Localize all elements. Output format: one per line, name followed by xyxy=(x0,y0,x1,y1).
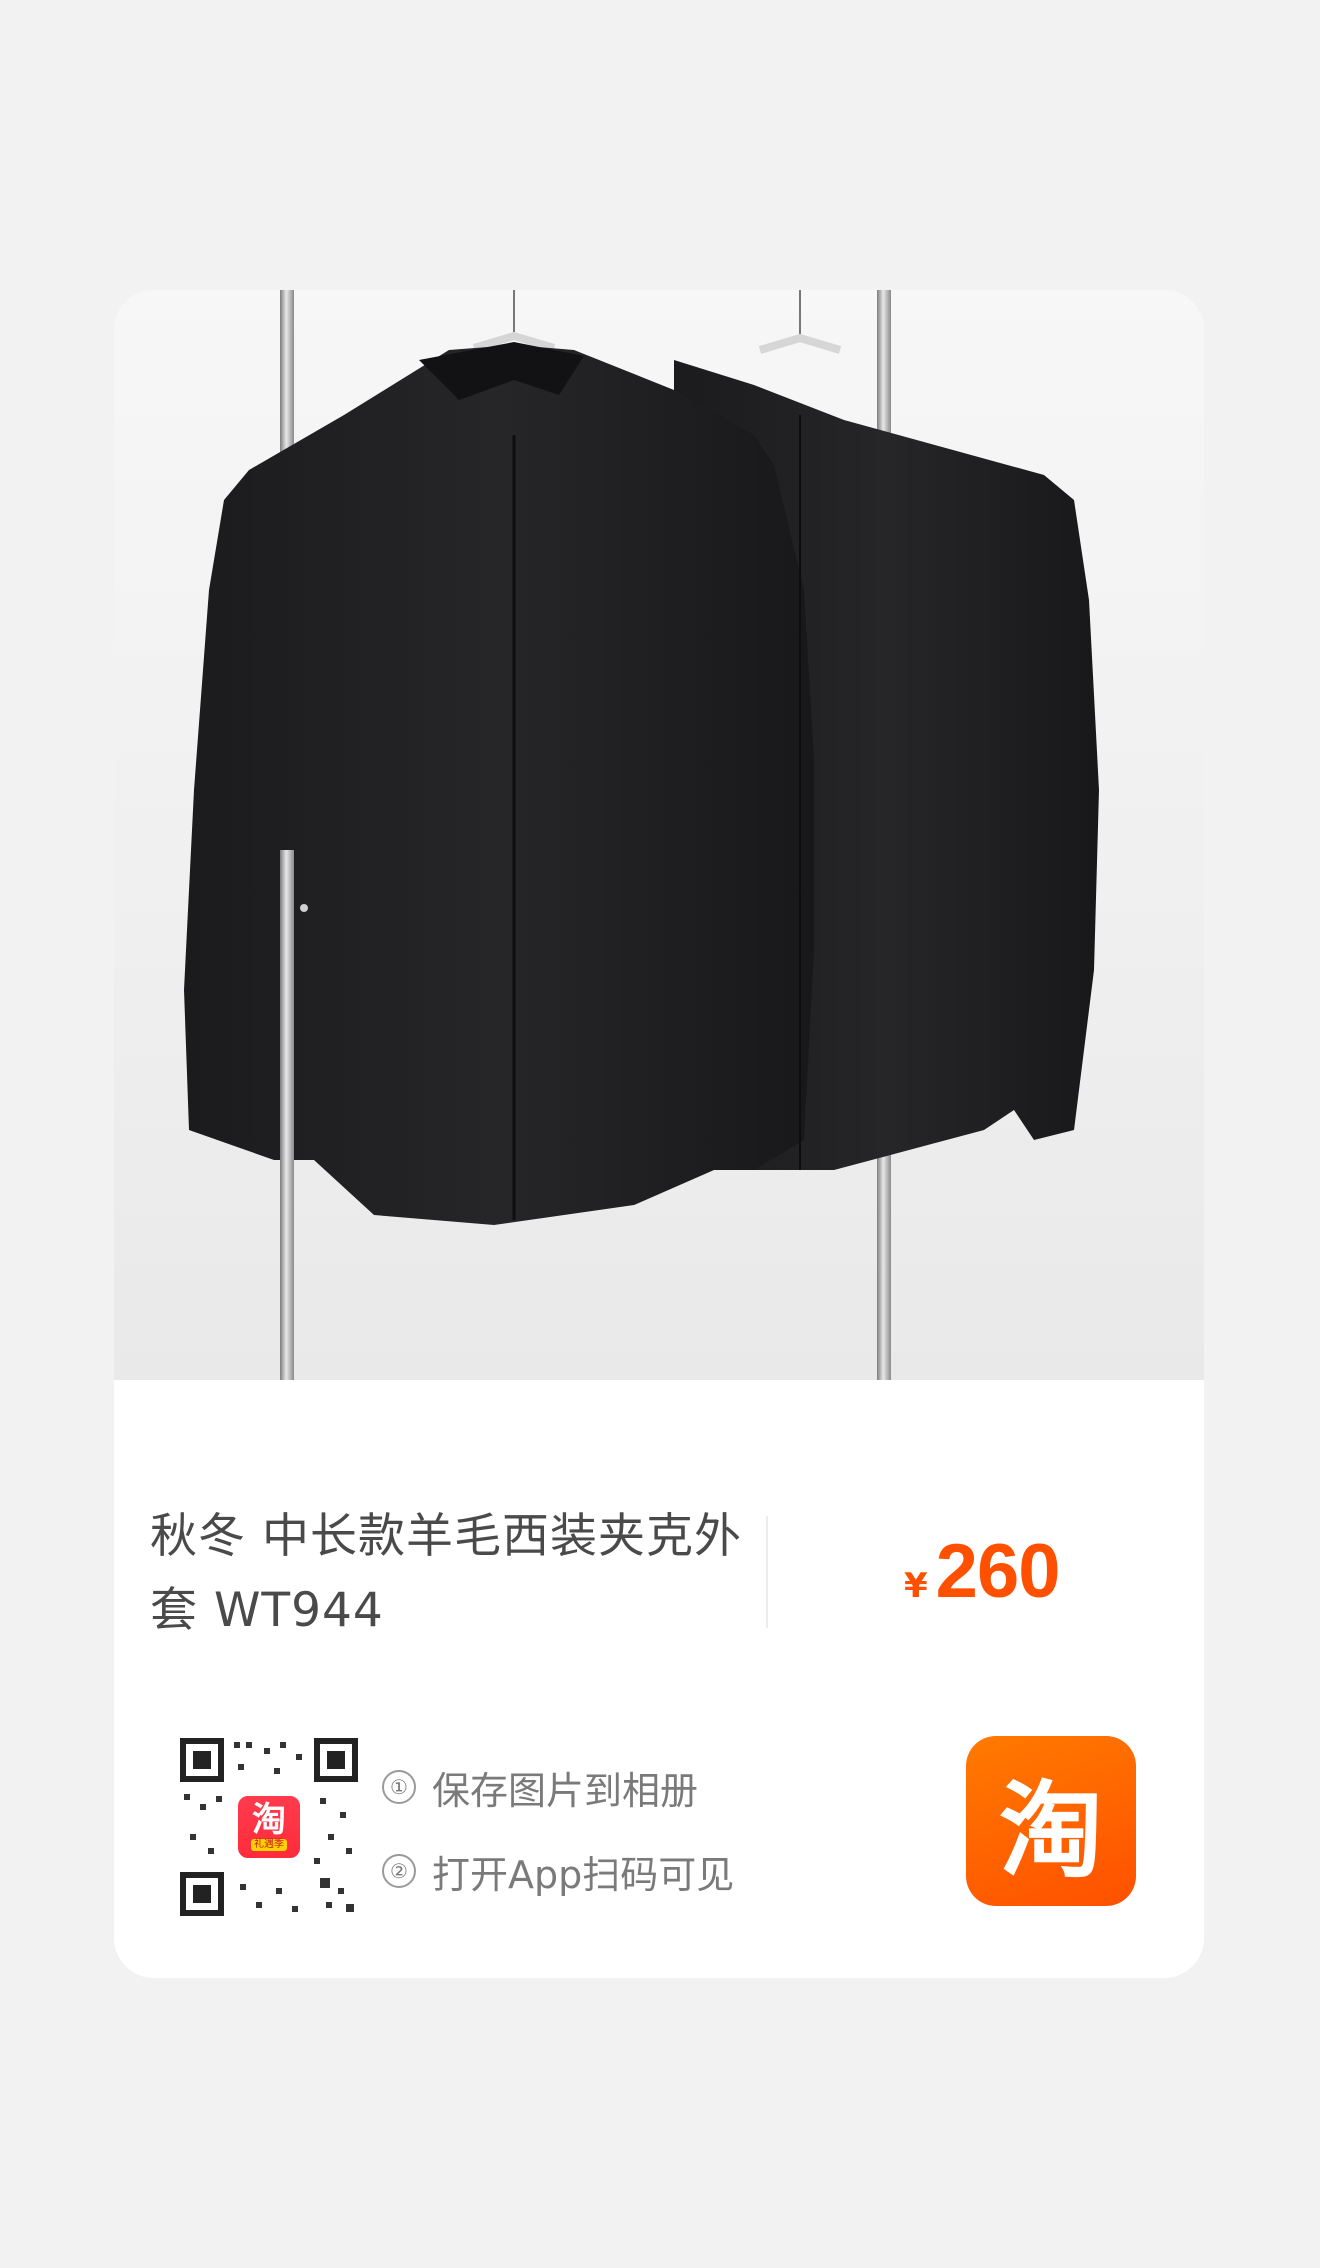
share-steps: ① 保存图片到相册 ② 打开App扫码可见 xyxy=(382,1745,734,1913)
qr-center-badge: 淘 礼遇季 xyxy=(234,1792,304,1862)
taobao-badge-icon: 淘 xyxy=(252,1800,286,1840)
divider xyxy=(766,1516,768,1628)
jackets-image xyxy=(184,290,1099,1380)
price-value: 260 xyxy=(935,1529,1061,1614)
step-number: ① xyxy=(382,1770,416,1804)
step-open-app: ② 打开App扫码可见 xyxy=(382,1829,734,1913)
qr-code[interactable]: 淘 礼遇季 xyxy=(180,1738,358,1916)
qr-badge-tag: 礼遇季 xyxy=(251,1839,287,1851)
product-photo[interactable] xyxy=(114,290,1204,1380)
step-label: 打开App扫码可见 xyxy=(432,1852,735,1897)
price-currency: ¥ xyxy=(904,1566,928,1606)
product-price: ¥ 260 xyxy=(904,1528,1061,1618)
product-title: 秋冬 中长款羊毛西装夹克外套 WT944 xyxy=(150,1509,742,1638)
step-save-image: ① 保存图片到相册 xyxy=(382,1745,734,1829)
taobao-logo-icon[interactable]: 淘 xyxy=(966,1736,1136,1906)
step-number: ② xyxy=(382,1854,416,1888)
share-card: 秋冬 中长款羊毛西装夹克外套 WT944 ¥ 260 淘 礼遇季 ① 保存图片到… xyxy=(114,290,1204,1978)
step-label: 保存图片到相册 xyxy=(432,1768,699,1813)
taobao-logo-glyph: 淘 xyxy=(998,1769,1103,1892)
